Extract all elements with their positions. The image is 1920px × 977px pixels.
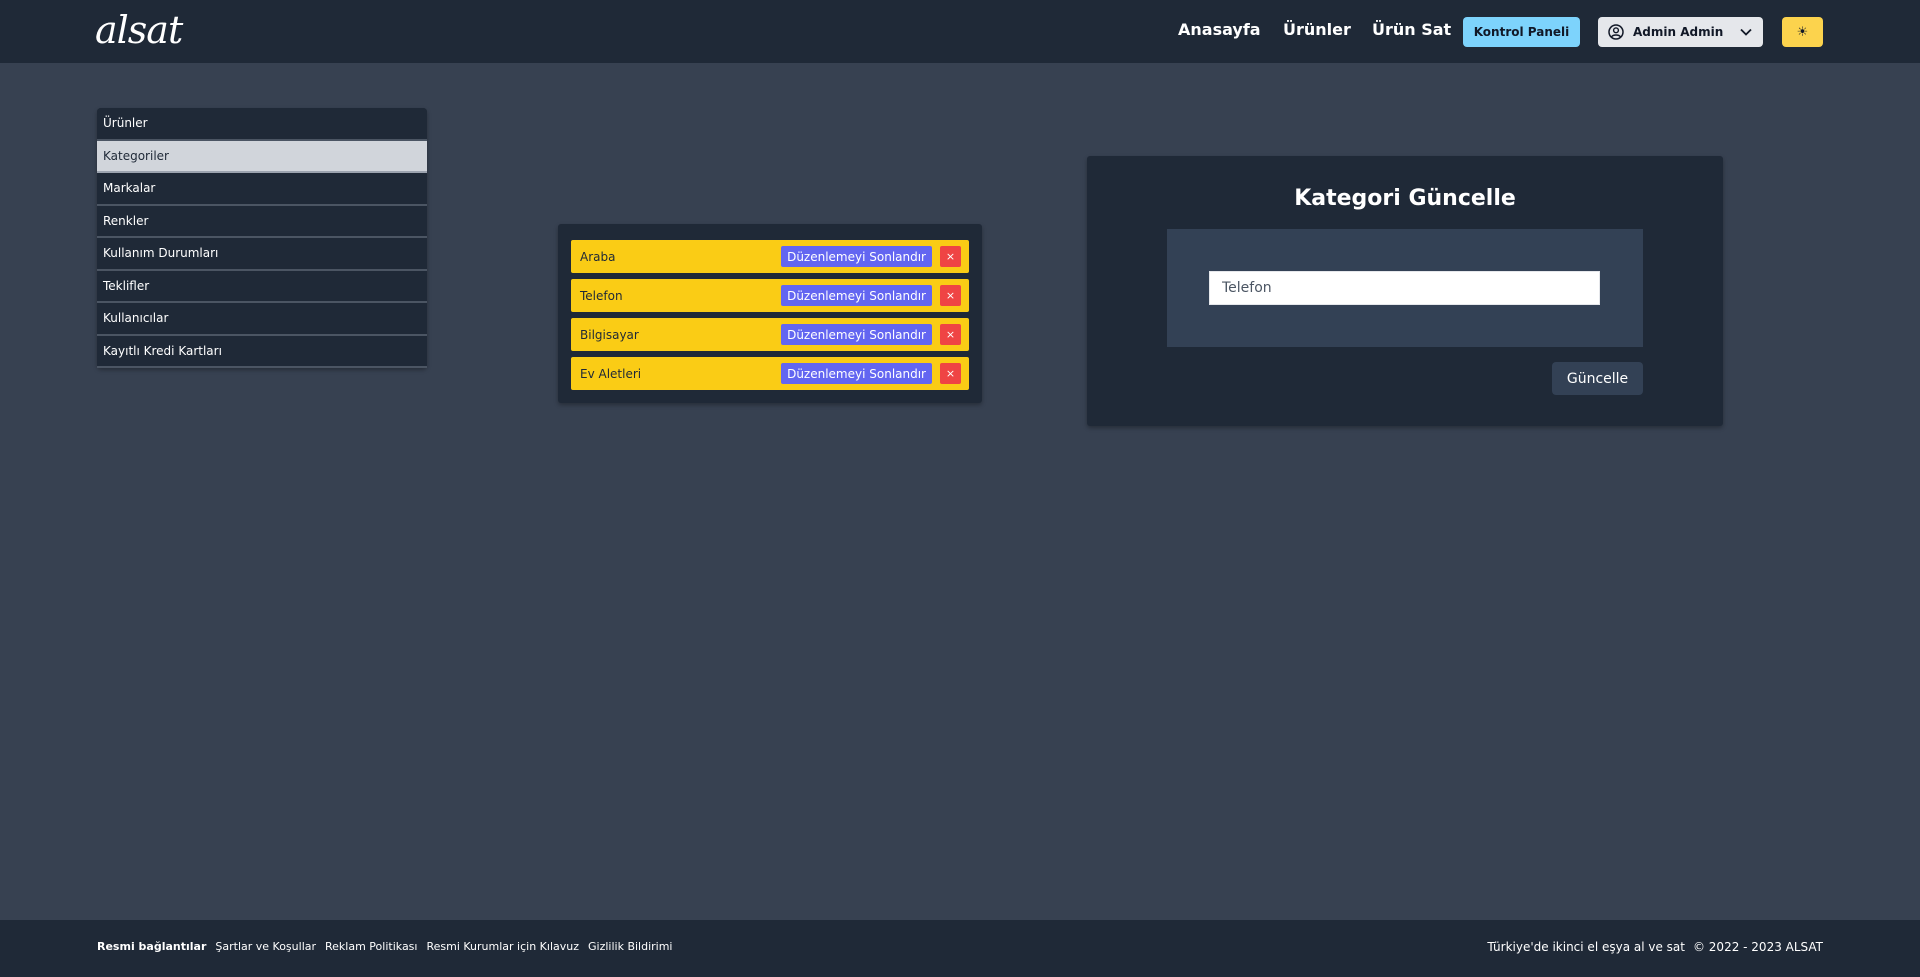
chevron-down-icon bbox=[1740, 28, 1752, 36]
category-row: Ev Aletleri Düzenlemeyi Sonlandır × bbox=[571, 357, 969, 390]
category-name: Ev Aletleri bbox=[580, 366, 642, 381]
sidebar-item-saved-cards[interactable]: Kayıtlı Kredi Kartları bbox=[97, 335, 427, 368]
sidebar-item-categories[interactable]: Kategoriler bbox=[97, 140, 427, 173]
sun-icon: ☀ bbox=[1796, 24, 1809, 40]
sidebar-item-usage-conditions[interactable]: Kullanım Durumları bbox=[97, 238, 427, 271]
footer-link-authorities-guide[interactable]: Resmi Kurumlar için Kılavuz bbox=[426, 940, 579, 953]
category-name-input[interactable] bbox=[1209, 271, 1600, 305]
finish-editing-button[interactable]: Düzenlemeyi Sonlandır bbox=[781, 285, 932, 306]
page-footer: Resmi bağlantılar Şartlar ve Koşullar Re… bbox=[0, 920, 1920, 977]
sidebar-item-users[interactable]: Kullanıcılar bbox=[97, 303, 427, 336]
nav-home-link[interactable]: Anasayfa bbox=[1178, 20, 1261, 39]
delete-category-button[interactable]: × bbox=[940, 324, 961, 345]
finish-editing-button[interactable]: Düzenlemeyi Sonlandır bbox=[781, 363, 932, 384]
delete-category-button[interactable]: × bbox=[940, 246, 961, 267]
update-panel-title: Kategori Güncelle bbox=[1294, 186, 1516, 211]
category-name: Telefon bbox=[580, 288, 623, 303]
footer-link-terms[interactable]: Şartlar ve Koşullar bbox=[215, 940, 316, 953]
sidebar-item-products[interactable]: Ürünler bbox=[97, 108, 427, 141]
update-button[interactable]: Güncelle bbox=[1552, 362, 1643, 395]
finish-editing-button[interactable]: Düzenlemeyi Sonlandır bbox=[781, 246, 932, 267]
category-row: Araba Düzenlemeyi Sonlandır × bbox=[571, 240, 969, 273]
top-navbar: alsat Anasayfa Ürünler Ürün Sat Kontrol … bbox=[0, 0, 1920, 63]
sidebar-item-offers[interactable]: Teklifler bbox=[97, 270, 427, 303]
sidebar-item-brands[interactable]: Markalar bbox=[97, 173, 427, 206]
footer-links: Resmi bağlantılar Şartlar ve Koşullar Re… bbox=[97, 940, 682, 953]
sidebar-item-colors[interactable]: Renkler bbox=[97, 205, 427, 238]
footer-tagline: Türkiye'de ikinci el eşya al ve sat bbox=[1487, 940, 1685, 954]
update-form bbox=[1167, 229, 1643, 347]
finish-editing-button[interactable]: Düzenlemeyi Sonlandır bbox=[781, 324, 932, 345]
delete-category-button[interactable]: × bbox=[940, 363, 961, 384]
user-circle-icon bbox=[1608, 24, 1624, 40]
category-name: Bilgisayar bbox=[580, 327, 639, 342]
admin-sidebar: Ürünler Kategoriler Markalar Renkler Kul… bbox=[97, 108, 427, 368]
category-update-panel: Kategori Güncelle Güncelle bbox=[1087, 156, 1723, 426]
footer-link-ad-policy[interactable]: Reklam Politikası bbox=[325, 940, 417, 953]
user-menu-button[interactable]: Admin Admin bbox=[1598, 17, 1763, 47]
footer-copyright: © 2022 - 2023 ALSAT bbox=[1692, 940, 1823, 954]
brand-logo[interactable]: alsat bbox=[95, 8, 183, 52]
theme-toggle-button[interactable]: ☀ bbox=[1782, 17, 1823, 47]
footer-info: Türkiye'de ikinci el eşya al ve sat © 20… bbox=[1487, 940, 1823, 954]
nav-products-link[interactable]: Ürünler bbox=[1283, 20, 1351, 39]
control-panel-button[interactable]: Kontrol Paneli bbox=[1463, 17, 1580, 47]
footer-links-title: Resmi bağlantılar bbox=[97, 940, 207, 953]
category-row: Telefon Düzenlemeyi Sonlandır × bbox=[571, 279, 969, 312]
delete-category-button[interactable]: × bbox=[940, 285, 961, 306]
category-list: Araba Düzenlemeyi Sonlandır × Telefon Dü… bbox=[558, 224, 982, 403]
user-name: Admin Admin bbox=[1633, 25, 1724, 39]
nav-sell-link[interactable]: Ürün Sat bbox=[1372, 20, 1451, 39]
footer-link-privacy[interactable]: Gizlilik Bildirimi bbox=[588, 940, 673, 953]
category-name: Araba bbox=[580, 249, 616, 264]
category-row: Bilgisayar Düzenlemeyi Sonlandır × bbox=[571, 318, 969, 351]
